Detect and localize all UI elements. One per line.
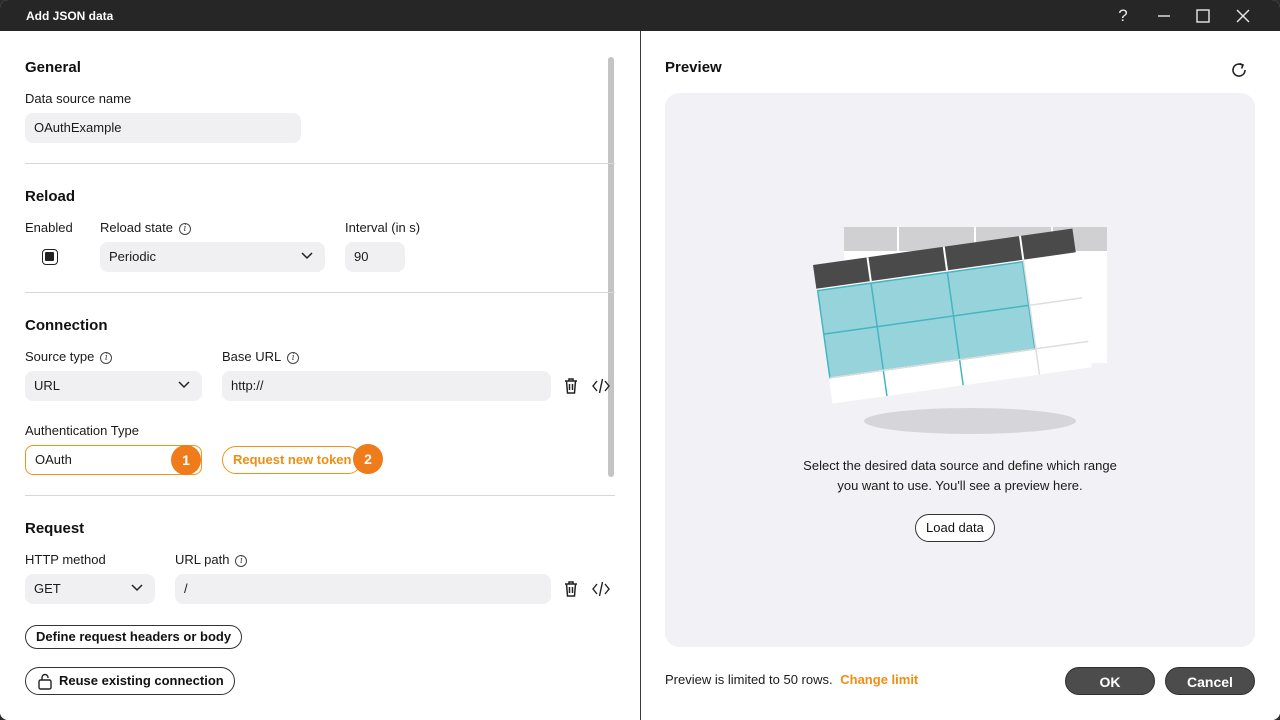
- load-data-button[interactable]: Load data: [915, 514, 995, 542]
- define-headers-button[interactable]: Define request headers or body: [25, 625, 243, 649]
- source-type-select[interactable]: URL: [25, 371, 202, 401]
- ok-button[interactable]: OK: [1065, 667, 1155, 695]
- general-heading: General: [25, 59, 81, 76]
- url-path-input[interactable]: /: [175, 574, 551, 604]
- chevron-down-icon: [131, 584, 143, 592]
- reuse-connection-label: Reuse existing connection: [59, 673, 224, 688]
- reload-state-value: Periodic: [109, 249, 156, 264]
- chevron-down-icon: [301, 252, 313, 260]
- auth-type-label: Authentication Type: [25, 423, 139, 438]
- lock-icon: [38, 673, 52, 690]
- cancel-button[interactable]: Cancel: [1165, 667, 1255, 695]
- source-type-label-row: Source type i: [25, 349, 113, 364]
- url-path-label-row: URL path i: [175, 552, 248, 567]
- request-new-token-button[interactable]: Request new token: [222, 446, 363, 474]
- step-badge-2: 2: [353, 444, 383, 474]
- refresh-icon[interactable]: [1229, 60, 1249, 80]
- settings-panel: General Data source name OAuthExample Re…: [0, 31, 640, 720]
- reload-heading: Reload: [25, 188, 76, 205]
- scrollbar[interactable]: [608, 57, 614, 477]
- preview-message-line2: you want to use. You'll see a preview he…: [837, 478, 1083, 493]
- preview-message-line1: Select the desired data source and defin…: [803, 458, 1117, 473]
- code-icon[interactable]: [591, 579, 611, 599]
- enabled-label: Enabled: [25, 220, 73, 235]
- reload-state-label: Reload state: [100, 220, 173, 235]
- step-badge-1: 1: [171, 445, 201, 475]
- http-method-value: GET: [34, 581, 61, 596]
- info-icon[interactable]: i: [287, 351, 300, 364]
- preview-heading: Preview: [665, 59, 722, 76]
- info-icon[interactable]: i: [179, 222, 191, 235]
- auth-type-value: OAuth: [35, 452, 72, 467]
- http-method-label: HTTP method: [25, 552, 106, 567]
- connection-heading: Connection: [25, 317, 108, 334]
- http-method-select[interactable]: GET: [25, 574, 155, 604]
- maximize-icon[interactable]: [1186, 4, 1220, 28]
- trash-icon[interactable]: [561, 376, 581, 396]
- preview-panel: Preview Select the desired data source a…: [641, 31, 1280, 720]
- table-illustration: [813, 227, 1107, 434]
- source-type-label: Source type: [25, 349, 95, 364]
- preview-placeholder: Select the desired data source and defin…: [665, 93, 1255, 647]
- section-divider: [25, 292, 615, 293]
- chevron-down-icon: [178, 381, 190, 389]
- interval-input[interactable]: 90: [345, 242, 405, 272]
- change-limit-link[interactable]: Change limit: [840, 672, 918, 687]
- help-icon[interactable]: ?: [1106, 4, 1140, 28]
- window-title: Add JSON data: [26, 9, 114, 23]
- url-path-label: URL path: [175, 552, 230, 567]
- code-icon[interactable]: [591, 376, 611, 396]
- add-json-data-dialog: Add JSON data ? General Data source name…: [0, 0, 1280, 720]
- data-source-name-label: Data source name: [25, 91, 132, 106]
- preview-limit-text-row: Preview is limited to 50 rows. Change li…: [665, 672, 918, 687]
- reuse-connection-button[interactable]: Reuse existing connection: [25, 667, 235, 695]
- section-divider: [25, 163, 615, 164]
- preview-limit-text: Preview is limited to 50 rows.: [665, 672, 833, 687]
- enabled-checkbox[interactable]: [42, 249, 58, 265]
- info-icon[interactable]: i: [235, 554, 248, 567]
- title-bar: Add JSON data ?: [0, 0, 1280, 31]
- request-heading: Request: [25, 520, 85, 537]
- base-url-label: Base URL: [222, 349, 282, 364]
- reload-state-label-row: Reload state i: [100, 220, 191, 235]
- source-type-value: URL: [34, 378, 61, 393]
- minimize-icon[interactable]: [1147, 4, 1181, 28]
- data-source-name-input[interactable]: OAuthExample: [25, 113, 301, 143]
- section-divider: [25, 495, 615, 496]
- interval-label: Interval (in s): [345, 220, 421, 235]
- info-icon[interactable]: i: [100, 351, 113, 364]
- close-icon[interactable]: [1226, 4, 1260, 28]
- reload-state-select[interactable]: Periodic: [100, 242, 325, 272]
- base-url-input[interactable]: http://: [222, 371, 551, 401]
- trash-icon[interactable]: [561, 579, 581, 599]
- base-url-label-row: Base URL i: [222, 349, 300, 364]
